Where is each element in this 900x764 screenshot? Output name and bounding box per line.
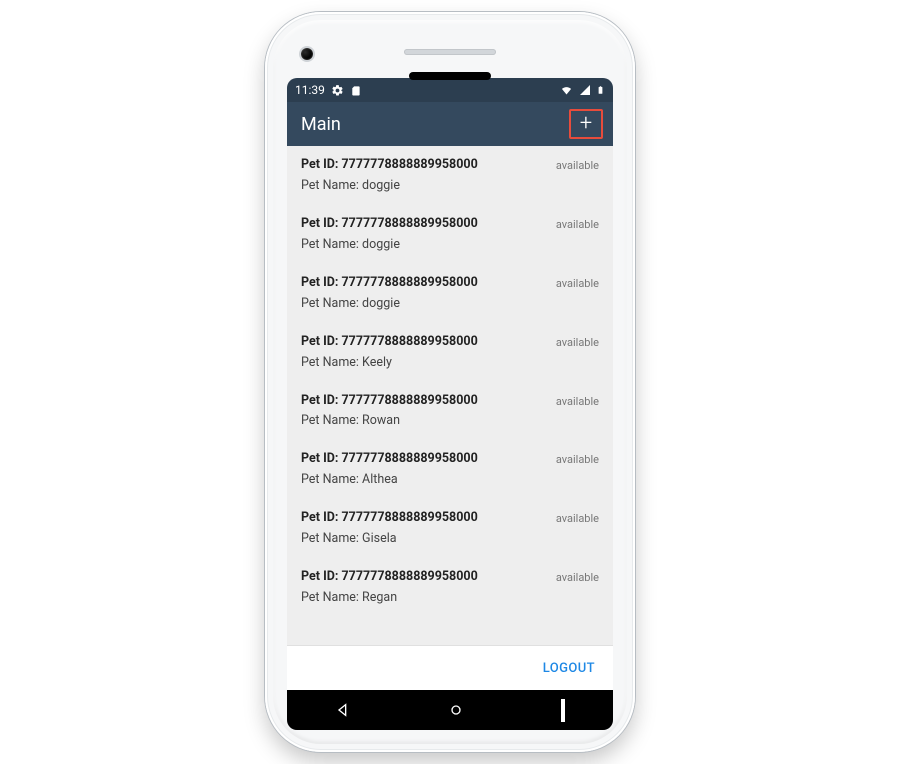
wifi-icon <box>559 84 574 96</box>
pet-id-label: Pet ID: <box>301 275 341 290</box>
pet-id-line: Pet ID: 7777778888889958000 <box>301 451 548 468</box>
list-item-content: Pet ID: 7777778888889958000 Pet Name: Row… <box>301 393 548 429</box>
android-nav-bar <box>287 690 613 730</box>
signal-icon <box>578 84 592 96</box>
pet-name-line: Pet Name: Regan <box>301 590 548 605</box>
plus-icon: + <box>580 111 592 136</box>
pet-name-line: Pet Name: doggie <box>301 237 548 252</box>
status-badge: available <box>556 453 599 466</box>
pet-id-value: 7777778888889958000 <box>341 157 477 172</box>
pet-name-line: Pet Name: Althea <box>301 472 548 487</box>
list-item-content: Pet ID: 7777778888889958000 Pet Name: Alt… <box>301 451 548 487</box>
nav-home-button[interactable] <box>448 702 464 718</box>
page-title: Main <box>301 114 341 135</box>
gear-icon <box>331 84 344 97</box>
phone-camera <box>301 48 313 60</box>
status-bar: 11:39 <box>287 78 613 102</box>
pet-id-line: Pet ID: 7777778888889958000 <box>301 275 548 292</box>
pet-name-line: Pet Name: Keely <box>301 355 548 370</box>
pet-id-label: Pet ID: <box>301 510 341 525</box>
add-button[interactable]: + <box>580 113 592 135</box>
phone-notch <box>409 72 491 80</box>
pet-id-line: Pet ID: 7777778888889958000 <box>301 569 548 586</box>
pet-id-label: Pet ID: <box>301 569 341 584</box>
phone-speaker <box>404 49 496 55</box>
pet-id-value: 7777778888889958000 <box>341 510 477 525</box>
status-badge: available <box>556 159 599 172</box>
pet-id-line: Pet ID: 7777778888889958000 <box>301 393 548 410</box>
pet-id-label: Pet ID: <box>301 334 341 349</box>
pet-id-value: 7777778888889958000 <box>341 334 477 349</box>
nav-back-button[interactable] <box>335 702 351 718</box>
list-item[interactable]: Pet ID: 7777778888889958000 Pet Name: Kee… <box>287 323 613 382</box>
pet-id-line: Pet ID: 7777778888889958000 <box>301 216 548 233</box>
pet-id-value: 7777778888889958000 <box>341 275 477 290</box>
list-item[interactable]: Pet ID: 7777778888889958000 Pet Name: dog… <box>287 264 613 323</box>
list-item-content: Pet ID: 7777778888889958000 Pet Name: Kee… <box>301 334 548 370</box>
status-badge: available <box>556 218 599 231</box>
list-item[interactable]: Pet ID: 7777778888889958000 Pet Name: Reg… <box>287 558 613 617</box>
list-item-content: Pet ID: 7777778888889958000 Pet Name: dog… <box>301 157 548 193</box>
nav-recent-button[interactable] <box>561 701 565 720</box>
pet-name-line: Pet Name: doggie <box>301 296 548 311</box>
pet-name-line: Pet Name: doggie <box>301 178 548 193</box>
pet-name-line: Pet Name: Rowan <box>301 413 548 428</box>
pet-id-line: Pet ID: 7777778888889958000 <box>301 157 548 174</box>
list-item[interactable]: Pet ID: 7777778888889958000 Pet Name: dog… <box>287 146 613 205</box>
pet-id-value: 7777778888889958000 <box>341 569 477 584</box>
phone-frame: 11:39 Main <box>265 12 635 752</box>
pet-id-line: Pet ID: 7777778888889958000 <box>301 510 548 527</box>
list-item-content: Pet ID: 7777778888889958000 Pet Name: dog… <box>301 275 548 311</box>
list-item[interactable]: Pet ID: 7777778888889958000 Pet Name: dog… <box>287 205 613 264</box>
pet-id-value: 7777778888889958000 <box>341 393 477 408</box>
footer-bar: LOGOUT <box>287 646 613 690</box>
logout-button[interactable]: LOGOUT <box>543 661 595 676</box>
pet-id-value: 7777778888889958000 <box>341 451 477 466</box>
pet-id-line: Pet ID: 7777778888889958000 <box>301 334 548 351</box>
pet-id-label: Pet ID: <box>301 216 341 231</box>
list-item[interactable]: Pet ID: 7777778888889958000 Pet Name: Gis… <box>287 499 613 558</box>
pet-name-line: Pet Name: Gisela <box>301 531 548 546</box>
status-badge: available <box>556 512 599 525</box>
battery-icon <box>596 83 605 97</box>
list-item[interactable]: Pet ID: 7777778888889958000 Pet Name: Row… <box>287 382 613 441</box>
status-badge: available <box>556 277 599 290</box>
square-icon <box>561 699 565 722</box>
list-item-content: Pet ID: 7777778888889958000 Pet Name: Reg… <box>301 569 548 605</box>
pet-list[interactable]: Pet ID: 7777778888889958000 Pet Name: dog… <box>287 146 613 646</box>
pet-id-label: Pet ID: <box>301 451 341 466</box>
pet-id-label: Pet ID: <box>301 157 341 172</box>
list-item-content: Pet ID: 7777778888889958000 Pet Name: Gis… <box>301 510 548 546</box>
pet-id-label: Pet ID: <box>301 393 341 408</box>
add-button-highlight: + <box>569 109 603 139</box>
list-item-content: Pet ID: 7777778888889958000 Pet Name: dog… <box>301 216 548 252</box>
list-item[interactable]: Pet ID: 7777778888889958000 Pet Name: Alt… <box>287 440 613 499</box>
status-time: 11:39 <box>295 83 325 97</box>
status-badge: available <box>556 336 599 349</box>
status-badge: available <box>556 571 599 584</box>
status-badge: available <box>556 395 599 408</box>
sim-icon <box>350 84 361 97</box>
pet-id-value: 7777778888889958000 <box>341 216 477 231</box>
app-bar: Main + <box>287 102 613 146</box>
screen: 11:39 Main <box>287 78 613 730</box>
